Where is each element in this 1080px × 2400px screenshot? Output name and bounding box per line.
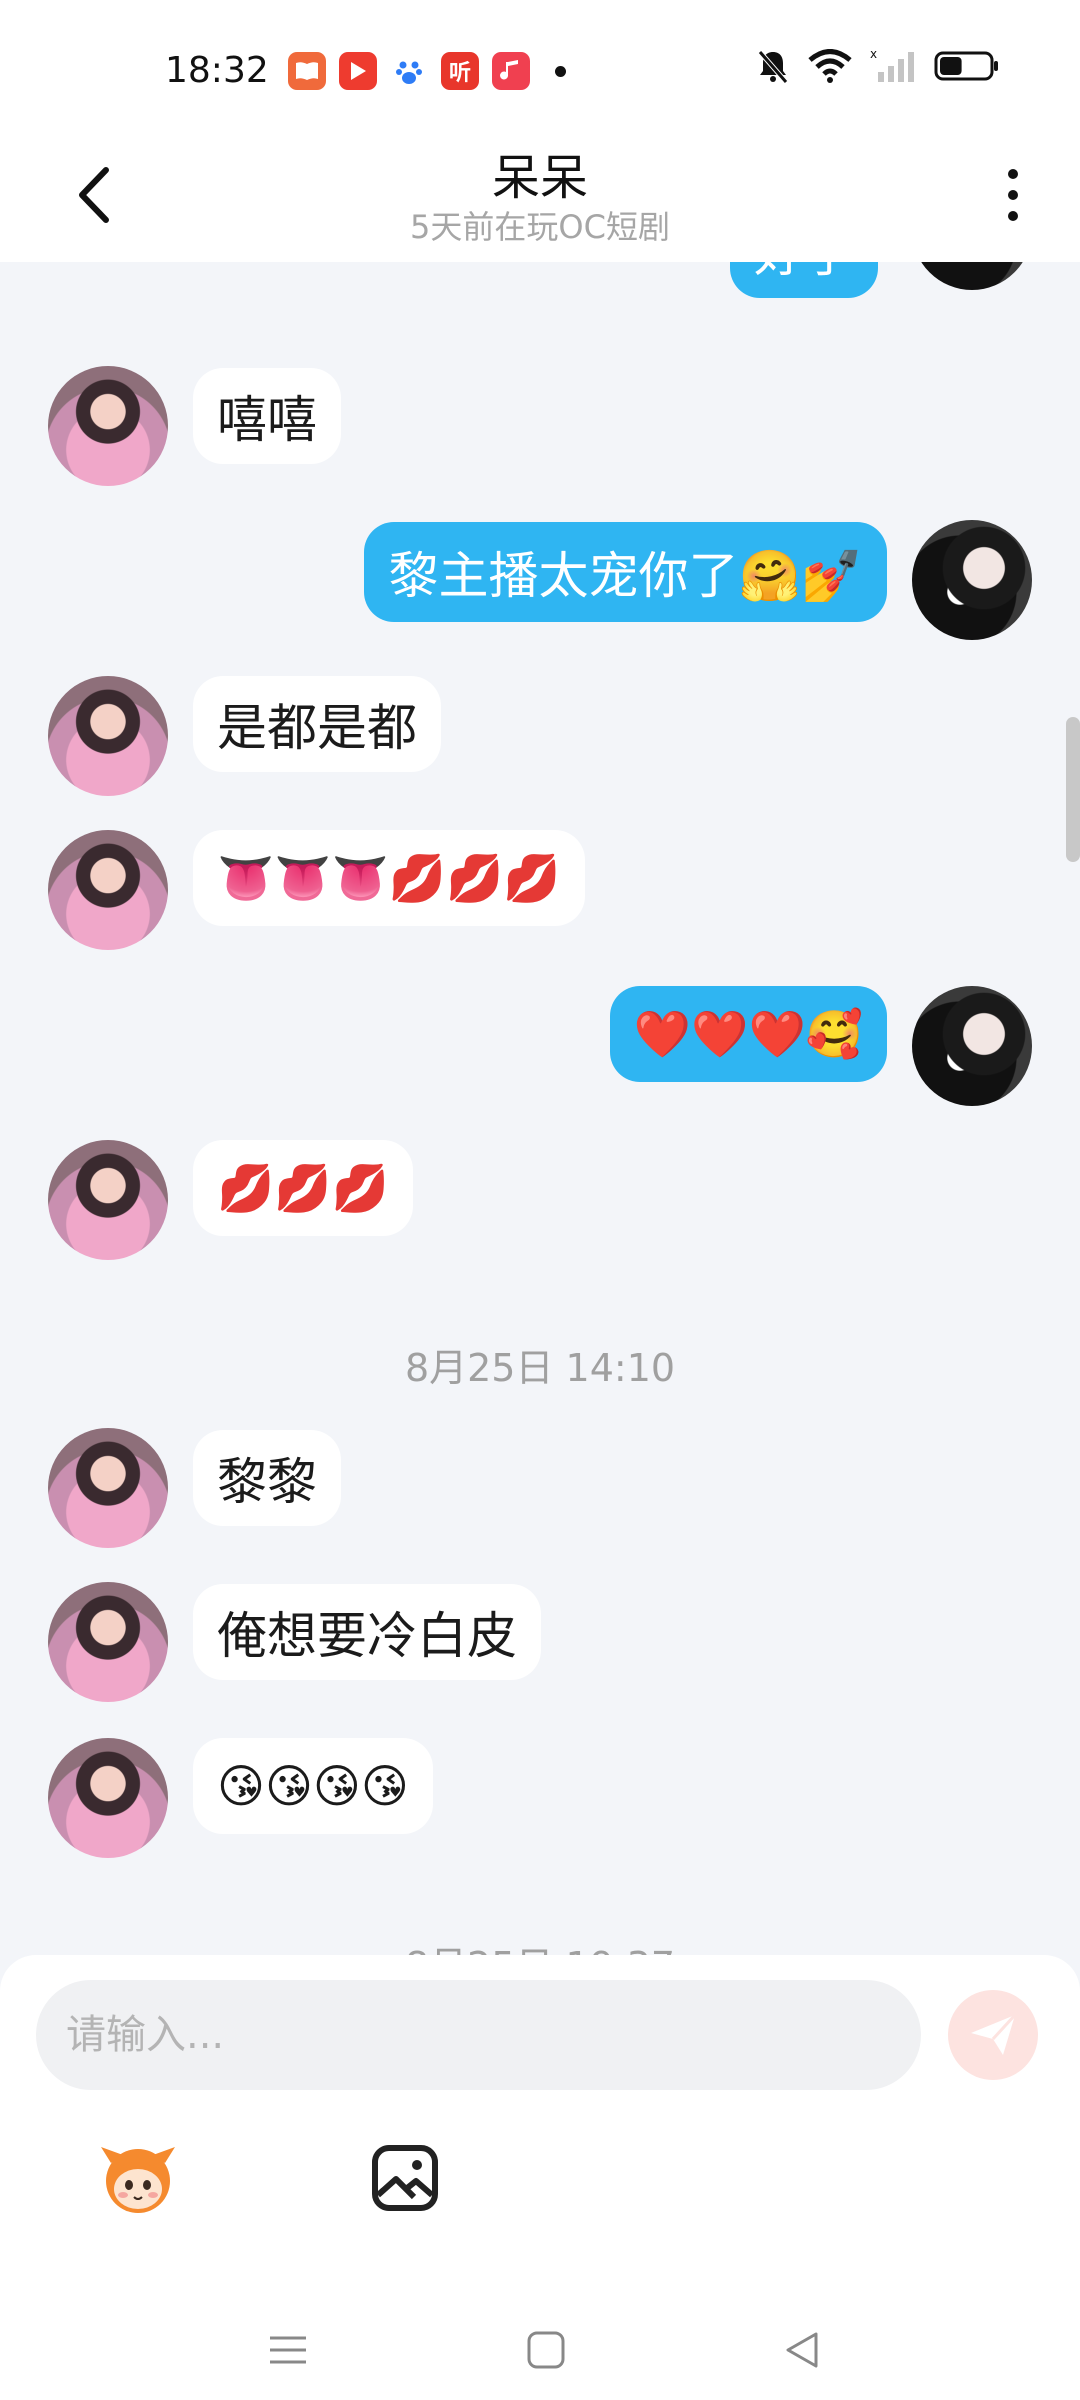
contact-avatar[interactable] <box>48 1738 168 1858</box>
wifi-icon <box>808 49 852 83</box>
message-text: 黎主播太宠你了🤗💅 <box>388 547 863 605</box>
message-list[interactable]: 好了 嘻嘻 黎主播太宠你了🤗💅 是都是都 👅👅👅💋💋💋 ❤️❤️❤️🥰 💋💋💋 … <box>0 262 1080 1962</box>
message-input[interactable] <box>36 1980 921 2090</box>
baidu-app-icon <box>390 52 428 90</box>
contact-avatar[interactable] <box>48 1582 168 1702</box>
back-nav-button[interactable] <box>772 2320 832 2380</box>
menu-nav-button[interactable] <box>258 2320 318 2380</box>
music-app-icon <box>492 52 530 90</box>
chat-header: 呆呆 5天前在玩OC短剧 <box>0 130 1080 262</box>
outgoing-message[interactable]: 黎主播太宠你了🤗💅 <box>364 522 887 622</box>
video-app-icon <box>339 52 377 90</box>
incoming-message[interactable]: 是都是都 <box>193 676 441 772</box>
contact-avatar[interactable] <box>48 676 168 796</box>
status-time: 18:32 <box>165 50 269 91</box>
svg-text:x: x <box>870 48 877 61</box>
image-button[interactable] <box>360 2133 450 2223</box>
contact-avatar[interactable] <box>48 366 168 486</box>
incoming-message[interactable]: 嘻嘻 <box>193 368 341 464</box>
mute-bell-icon <box>758 50 788 84</box>
incoming-message[interactable]: 👅👅👅💋💋💋 <box>193 830 585 926</box>
back-triangle-icon <box>786 2332 818 2368</box>
send-button[interactable] <box>948 1990 1038 2080</box>
outgoing-message[interactable]: 好了 <box>730 262 878 298</box>
message-text: 俺想要冷白皮 <box>217 1607 517 1665</box>
sticker-button[interactable] <box>93 2133 183 2223</box>
more-options-icon[interactable] <box>998 160 1028 230</box>
message-text: 好了 <box>754 262 854 286</box>
incoming-message[interactable]: 😘😘😘😘 <box>193 1738 433 1834</box>
status-bar: 18:32 听 x <box>0 0 1080 130</box>
more-notifications-dot <box>555 65 566 77</box>
message-text: ❤️❤️❤️🥰 <box>633 1006 863 1061</box>
outgoing-message[interactable]: ❤️❤️❤️🥰 <box>609 986 887 1082</box>
book-app-icon <box>288 52 326 90</box>
message-text: 😘😘😘😘 <box>217 1759 409 1813</box>
scrollbar-thumb[interactable] <box>1066 717 1080 862</box>
notification-icons: 听 <box>288 50 566 92</box>
incoming-message[interactable]: 俺想要冷白皮 <box>193 1584 541 1680</box>
my-avatar[interactable] <box>912 986 1032 1106</box>
home-square-icon <box>527 2331 565 2369</box>
message-text: 嘻嘻 <box>217 391 317 449</box>
date-separator: 8月25日 14:10 <box>404 1346 676 1390</box>
incoming-message[interactable]: 黎黎 <box>193 1430 341 1526</box>
ting-app-icon: 听 <box>441 52 479 90</box>
message-text: 是都是都 <box>217 699 417 757</box>
signal-icon: x <box>870 48 914 82</box>
menu-icon <box>270 2336 306 2364</box>
system-nav-bar <box>0 2300 1080 2400</box>
contact-avatar[interactable] <box>48 1428 168 1548</box>
chat-title: 呆呆 <box>491 150 588 206</box>
contact-avatar[interactable] <box>48 1140 168 1260</box>
home-nav-button[interactable] <box>516 2320 576 2380</box>
message-text: 👅👅👅💋💋💋 <box>217 850 561 905</box>
image-icon <box>372 2145 438 2211</box>
incoming-message[interactable]: 💋💋💋 <box>193 1140 413 1236</box>
chat-subtitle: 5天前在玩OC短剧 <box>410 208 670 246</box>
battery-icon <box>934 51 998 81</box>
message-text: 黎黎 <box>217 1453 317 1511</box>
send-plane-icon <box>971 2013 1017 2055</box>
mascot-sticker-icon <box>101 2147 175 2213</box>
system-icons: x <box>756 48 1000 84</box>
contact-avatar[interactable] <box>48 830 168 950</box>
my-avatar[interactable] <box>912 262 1032 290</box>
message-text: 💋💋💋 <box>217 1160 389 1215</box>
my-avatar[interactable] <box>912 520 1032 640</box>
